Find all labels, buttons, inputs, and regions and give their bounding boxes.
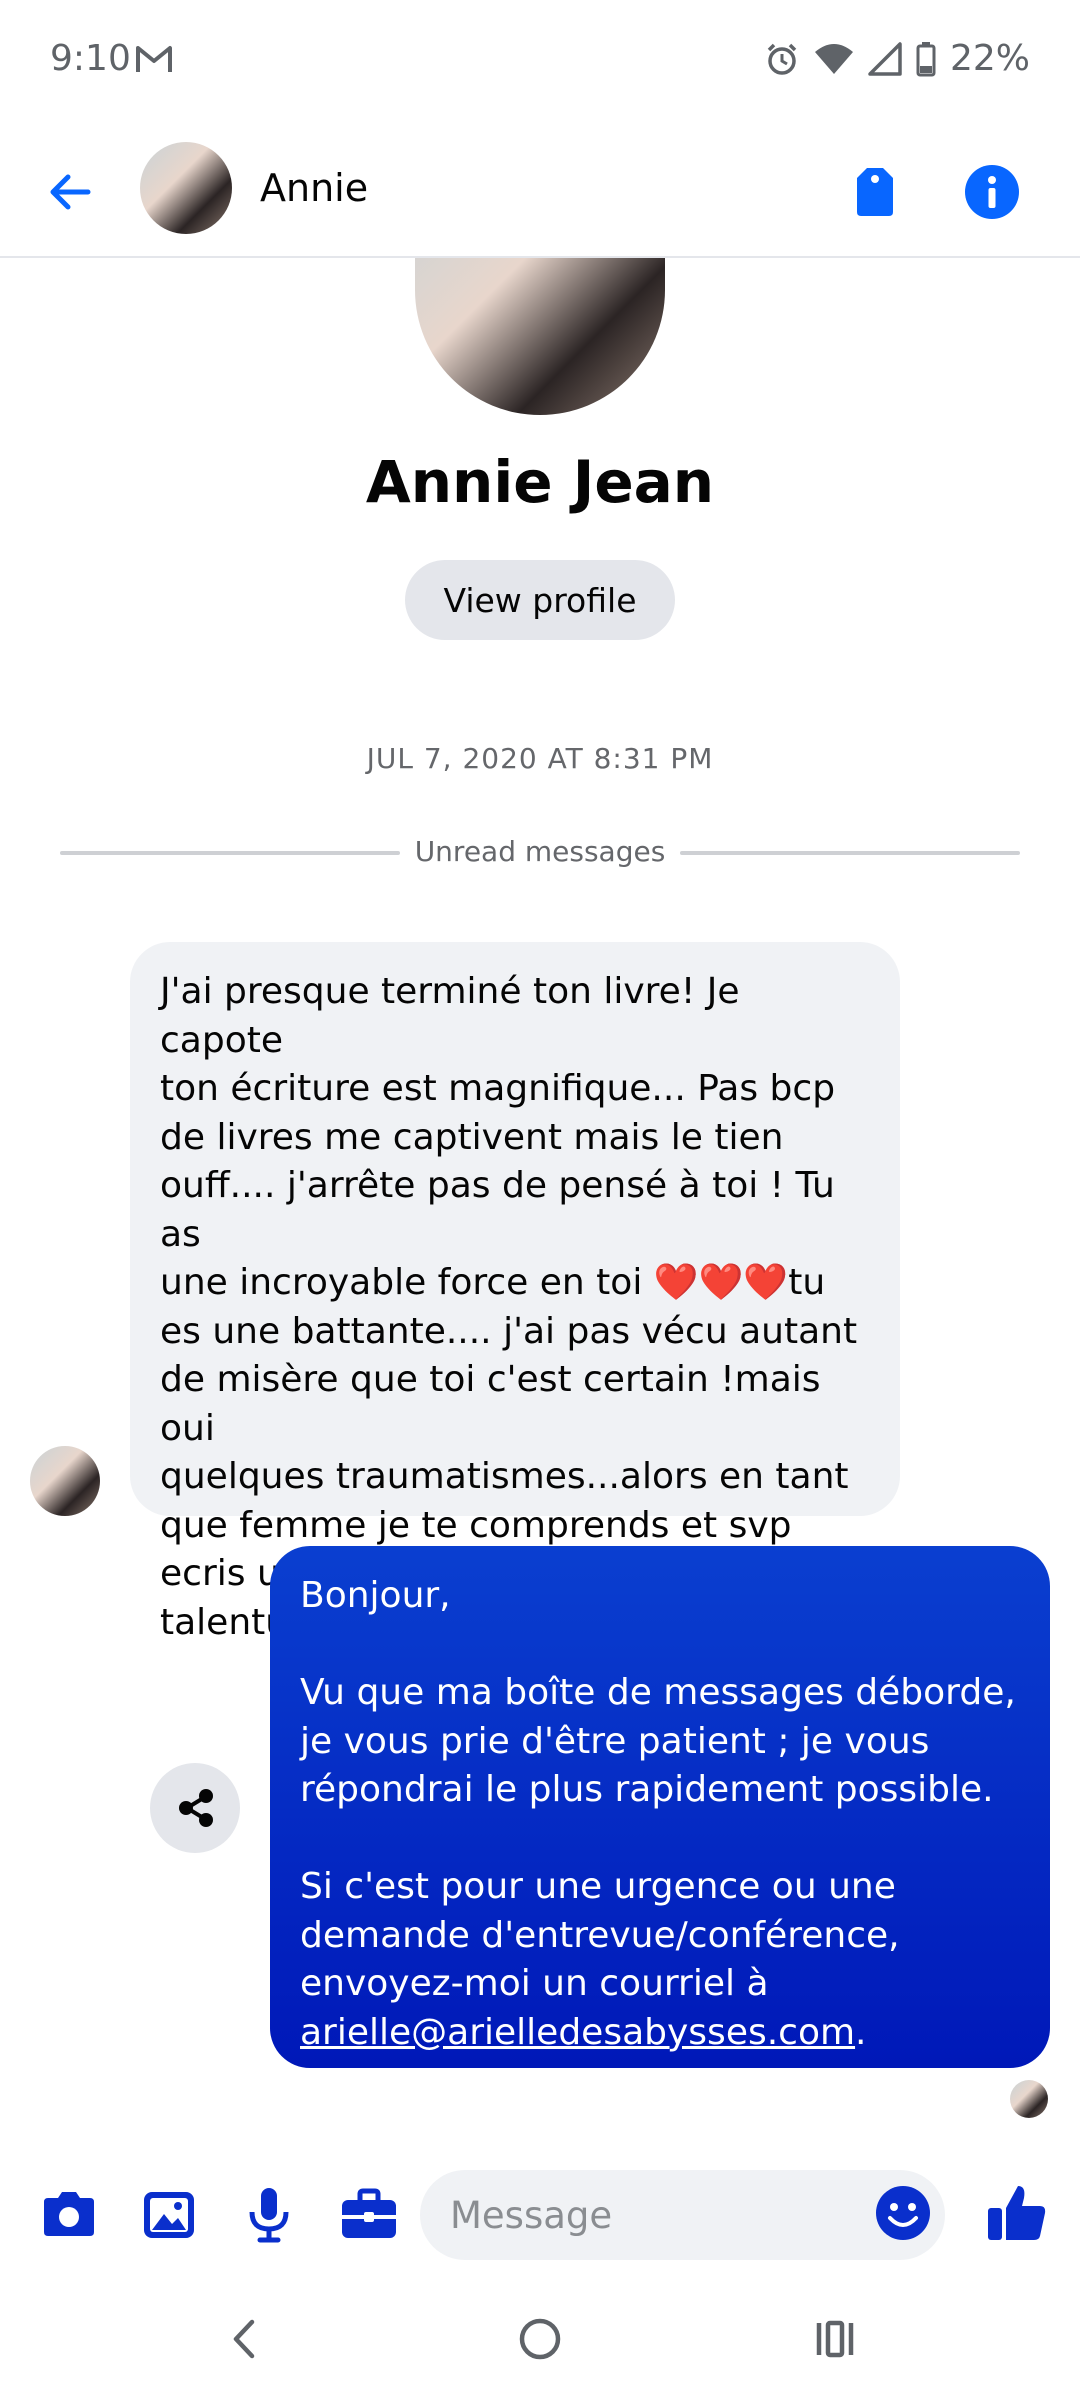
share-icon	[179, 1789, 213, 1827]
battery-icon	[916, 41, 936, 76]
signal-icon	[868, 41, 902, 76]
briefcase-icon[interactable]	[336, 2182, 402, 2248]
gmail-icon	[136, 46, 172, 72]
microphone-icon[interactable]	[236, 2182, 302, 2248]
outgoing-message-trailing: .	[855, 2011, 867, 2053]
home-nav-icon[interactable]	[505, 2304, 575, 2374]
back-nav-icon[interactable]	[210, 2304, 280, 2374]
status-time: 9:10	[50, 38, 131, 79]
outgoing-message-bubble[interactable]: Bonjour, Vu que ma boîte de messages déb…	[270, 1546, 1050, 2068]
seen-avatar	[1010, 2080, 1048, 2118]
email-link[interactable]: arielle@arielledesabysses.com	[300, 2012, 855, 2053]
back-arrow-icon[interactable]	[40, 162, 100, 222]
status-bar: 9:10 22%	[0, 0, 1080, 128]
outgoing-message-text: Bonjour, Vu que ma boîte de messages déb…	[300, 1575, 1016, 2004]
emoji-icon[interactable]	[872, 2182, 934, 2244]
message-composer	[0, 2160, 1080, 2270]
message-input[interactable]	[420, 2170, 945, 2260]
unread-divider-label: Unread messages	[414, 835, 666, 868]
conversation-header: Annie	[0, 128, 1080, 258]
status-icons: 22%	[764, 38, 1030, 79]
system-navigation-bar	[0, 2280, 1080, 2400]
battery-percent: 22%	[949, 38, 1030, 79]
message-timestamp: JUL 7, 2020 AT 8:31 PM	[366, 742, 714, 775]
unread-divider-left	[60, 851, 400, 855]
camera-icon[interactable]	[36, 2182, 102, 2248]
sender-avatar[interactable]	[30, 1446, 100, 1516]
recents-nav-icon[interactable]	[800, 2304, 870, 2374]
share-button[interactable]	[150, 1763, 240, 1853]
profile-full-name: Annie Jean	[365, 448, 715, 516]
thumbs-up-icon[interactable]	[982, 2178, 1052, 2248]
contact-name[interactable]: Annie	[260, 166, 368, 210]
contact-avatar[interactable]	[140, 142, 232, 234]
view-profile-button[interactable]: View profile	[405, 560, 675, 640]
tag-icon[interactable]	[845, 162, 905, 222]
alarm-icon	[767, 43, 797, 75]
gallery-icon[interactable]	[136, 2182, 202, 2248]
incoming-message-bubble[interactable]: J'ai presque terminé ton livre! Je capot…	[130, 942, 900, 1643]
info-icon[interactable]	[960, 160, 1024, 224]
unread-divider-right	[680, 851, 1020, 855]
wifi-icon	[814, 43, 853, 74]
